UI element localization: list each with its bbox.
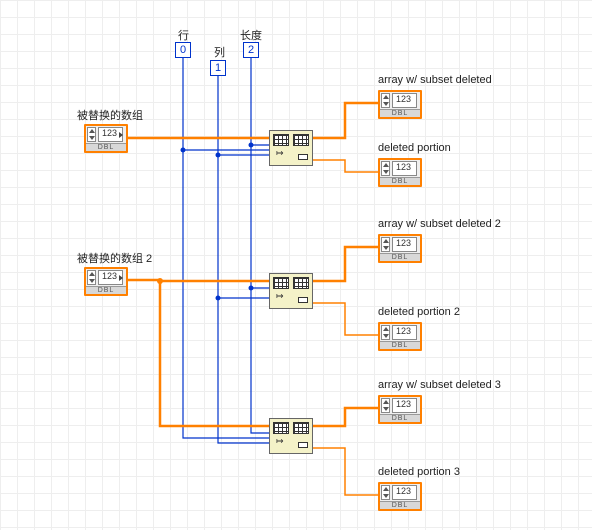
out3a-label: array w/ subset deleted 3 (378, 379, 501, 391)
out3a-indicator[interactable]: DBL (378, 395, 422, 424)
delete-from-array-1[interactable]: ↦ (269, 130, 313, 166)
input-array-1-label: 被替换的数组 (77, 107, 143, 123)
dbl-badge: DBL (86, 286, 126, 294)
out2a-indicator[interactable]: DBL (378, 234, 422, 263)
input-array-1[interactable]: DBL (84, 124, 128, 153)
dbl-badge: DBL (380, 501, 420, 509)
col-label: 列 (214, 44, 225, 60)
dbl-badge: DBL (380, 177, 420, 185)
out3b-label: deleted portion 3 (378, 466, 460, 478)
input-array-2-label: 被替换的数组 2 (77, 250, 152, 266)
out1b-indicator[interactable]: DBL (378, 158, 422, 187)
delete-from-array-3[interactable]: ↦ (269, 418, 313, 454)
row-constant[interactable]: 0 (175, 42, 191, 58)
length-constant[interactable]: 2 (243, 42, 259, 58)
row-label: 行 (178, 27, 189, 43)
dbl-badge: DBL (86, 143, 126, 151)
out3b-indicator[interactable]: DBL (378, 482, 422, 511)
delete-from-array-2[interactable]: ↦ (269, 273, 313, 309)
out2b-indicator[interactable]: DBL (378, 322, 422, 351)
out2a-label: array w/ subset deleted 2 (378, 218, 501, 230)
length-label: 长度 (240, 27, 262, 43)
out1a-indicator[interactable]: DBL (378, 90, 422, 119)
out1a-label: array w/ subset deleted (378, 74, 492, 86)
dbl-badge: DBL (380, 109, 420, 117)
col-constant[interactable]: 1 (210, 60, 226, 76)
out2b-label: deleted portion 2 (378, 306, 460, 318)
dbl-badge: DBL (380, 253, 420, 261)
dbl-badge: DBL (380, 414, 420, 422)
dbl-badge: DBL (380, 341, 420, 349)
input-array-2[interactable]: DBL (84, 267, 128, 296)
out1b-label: deleted portion (378, 142, 451, 154)
block-diagram: 行 0 列 1 长度 2 被替换的数组 DBL 被替换的数组 2 DBL ↦ ↦… (0, 0, 592, 530)
